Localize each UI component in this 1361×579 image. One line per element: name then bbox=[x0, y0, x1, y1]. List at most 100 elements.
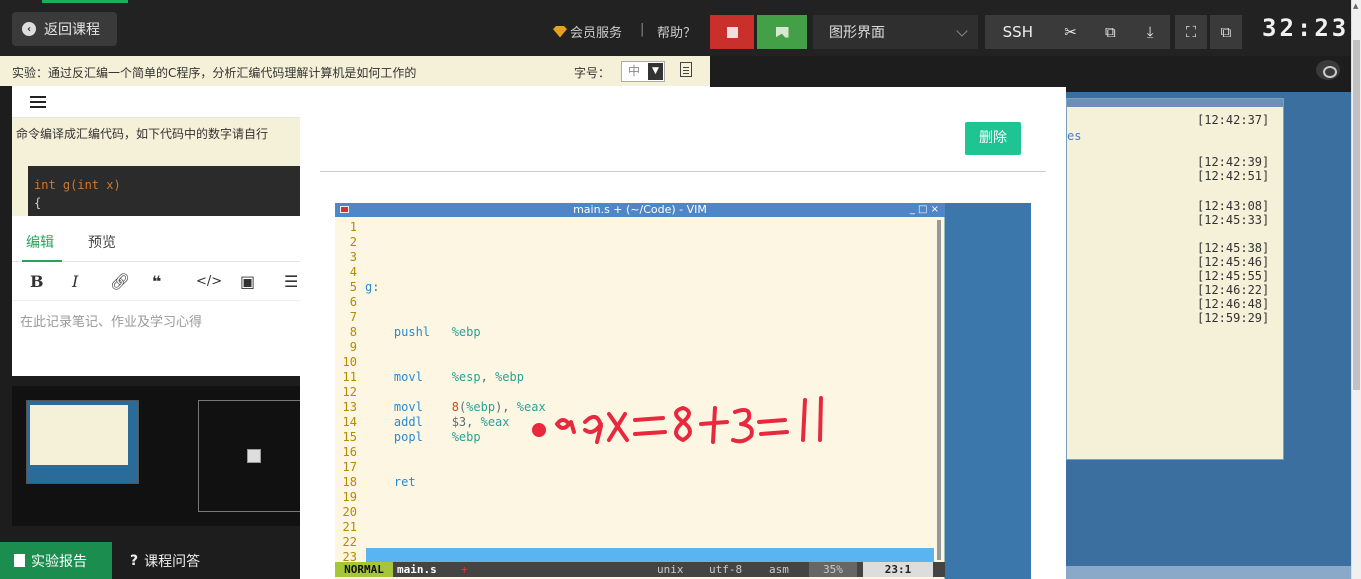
line-number: 17 bbox=[342, 460, 357, 474]
chevron-down-icon bbox=[956, 25, 968, 37]
line-number: 16 bbox=[342, 445, 357, 459]
vim-line: 20 bbox=[335, 505, 937, 520]
top-bar: ‹ 返回课程 会员服务 | 帮助？ 图形界面 SSH ✂ ⧉ ⤓ ⛶ ⧉ 32:… bbox=[0, 0, 1361, 56]
next-button[interactable] bbox=[757, 15, 807, 49]
line-number: 14 bbox=[342, 415, 357, 429]
vim-line: 1 bbox=[335, 220, 937, 235]
vim-percent: 35% bbox=[809, 562, 857, 577]
bold-button[interactable]: B bbox=[30, 272, 44, 291]
interface-select[interactable]: 图形界面 bbox=[813, 15, 978, 49]
ssh-button[interactable]: SSH bbox=[985, 23, 1051, 41]
screen-icon[interactable]: ⧉ bbox=[1090, 23, 1130, 41]
vim-filename: main.s bbox=[397, 563, 437, 576]
chevron-down-icon: ▼ bbox=[648, 63, 663, 80]
annotation-stroke bbox=[731, 408, 754, 444]
terminal-window[interactable]: es [12:42:37] [12:42:39] [12:42:51] [12:43:… bbox=[1066, 98, 1284, 460]
vim-line: 3 bbox=[335, 250, 937, 265]
divider bbox=[320, 171, 1046, 172]
experiment-title: 实验：通过反汇编一个简单的C程序，分析汇编代码理解计算机是如何工作的 bbox=[12, 66, 417, 80]
line-number: 12 bbox=[342, 385, 357, 399]
page-scrollbar[interactable]: ▲ bbox=[1351, 0, 1361, 579]
annotation-stroke bbox=[801, 396, 823, 442]
vm-taskbar bbox=[1050, 566, 1351, 579]
delete-button[interactable]: 删除 bbox=[965, 122, 1021, 155]
annotation-stroke bbox=[633, 416, 667, 436]
vim-line: 22 bbox=[335, 535, 937, 550]
vim-line: 5 g: bbox=[335, 280, 937, 295]
image-preview-modal: 删除 main.s + (~/Code) - VIM _ □ × 1 2 3 4 5 g:… bbox=[300, 87, 1066, 579]
vm-desktop[interactable]: es [12:42:37] [12:42:39] [12:42:51] [12:43:… bbox=[1050, 92, 1351, 579]
italic-button[interactable]: I bbox=[72, 272, 78, 291]
help-link[interactable]: 帮助？ bbox=[657, 22, 696, 41]
terminal-timestamp: [12:45:33] bbox=[1197, 213, 1270, 227]
terminal-timestamp: [12:42:39] bbox=[1197, 155, 1270, 169]
line-text: movl 8(%ebp), %eax bbox=[365, 400, 546, 414]
terminal-timestamp: [12:43:08] bbox=[1197, 199, 1270, 213]
vip-service-link[interactable]: 会员服务 bbox=[553, 22, 622, 41]
notes-placeholder: 在此记录笔记、作业及学习心得 bbox=[20, 315, 203, 330]
terminal-timestamp: [12:42:51] bbox=[1197, 169, 1270, 183]
document-icon[interactable] bbox=[680, 62, 692, 77]
handwritten-annotation bbox=[532, 396, 823, 444]
screenshot-thumbnail[interactable] bbox=[198, 400, 302, 512]
line-number: 6 bbox=[349, 295, 357, 309]
broken-image-icon bbox=[247, 449, 261, 463]
stop-button[interactable] bbox=[710, 15, 754, 49]
scroll-up-icon[interactable]: ▲ bbox=[1353, 2, 1358, 10]
terminal-timestamp: [12:45:55] bbox=[1197, 269, 1270, 283]
annotation-stroke bbox=[757, 418, 789, 436]
diamond-icon bbox=[553, 25, 567, 38]
line-text: g: bbox=[365, 280, 380, 294]
annotation-stroke bbox=[583, 414, 603, 444]
vim-line: 7 bbox=[335, 310, 937, 325]
back-label: 返回课程 bbox=[44, 22, 100, 38]
lab-report-button[interactable]: 实验报告 bbox=[0, 542, 112, 579]
vim-modified-flag: + bbox=[461, 563, 468, 576]
vim-line: 19 bbox=[335, 490, 937, 505]
vim-line: 21 bbox=[335, 520, 937, 535]
experiment-bar: 实验：通过反汇编一个简单的C程序，分析汇编代码理解计算机是如何工作的 字号： 中… bbox=[0, 56, 710, 86]
font-size-value: 中 bbox=[628, 64, 641, 78]
tab-preview[interactable]: 预览 bbox=[88, 232, 116, 252]
scissors-icon[interactable]: ✂ bbox=[1051, 23, 1091, 41]
line-number: 2 bbox=[349, 235, 357, 249]
image-icon[interactable]: ▣ bbox=[240, 272, 255, 291]
font-size-select[interactable]: 中 ▼ bbox=[621, 61, 665, 82]
terminal-timestamp: [12:45:46] bbox=[1197, 255, 1270, 269]
tab-edit[interactable]: 编辑 bbox=[26, 232, 54, 252]
eye-icon[interactable] bbox=[1316, 60, 1340, 80]
line-number: 9 bbox=[349, 340, 357, 354]
vim-title-bar: main.s + (~/Code) - VIM _ □ × bbox=[335, 203, 945, 217]
terminal-timestamp: [12:42:37] bbox=[1197, 113, 1270, 127]
vim-line: 8 pushl %ebp bbox=[335, 325, 937, 340]
separator: | bbox=[640, 22, 645, 37]
course-qa-button[interactable]: ? 课程问答 bbox=[112, 542, 312, 579]
line-number: 11 bbox=[342, 370, 357, 384]
menu-icon[interactable] bbox=[30, 96, 46, 108]
scrollbar-thumb[interactable] bbox=[1353, 40, 1360, 390]
vim-line: 9 bbox=[335, 340, 937, 355]
screenshot-thumbnail[interactable] bbox=[26, 400, 139, 484]
quote-icon[interactable]: ❝ bbox=[152, 272, 161, 291]
back-to-course-button[interactable]: ‹ 返回课程 bbox=[12, 12, 117, 46]
link-icon[interactable]: 🔗︎ bbox=[110, 272, 130, 291]
line-number: 8 bbox=[349, 325, 357, 339]
line-number: 15 bbox=[342, 430, 357, 444]
active-indicator bbox=[42, 0, 128, 3]
popout-icon[interactable]: ⧉ bbox=[1210, 15, 1242, 49]
lab-report-label: 实验报告 bbox=[31, 553, 87, 570]
list-icon[interactable]: ☰ bbox=[284, 272, 298, 291]
line-number: 4 bbox=[349, 265, 357, 279]
vim-line: 4 bbox=[335, 265, 937, 280]
line-number: 10 bbox=[342, 355, 357, 369]
fullscreen-icon[interactable]: ⛶ bbox=[1175, 15, 1207, 49]
download-icon[interactable]: ⤓ bbox=[1130, 23, 1170, 41]
question-icon: ? bbox=[130, 552, 139, 569]
line-text: popl %ebp bbox=[365, 430, 481, 444]
code-icon[interactable]: </> bbox=[196, 274, 222, 289]
annotation-stroke bbox=[674, 406, 692, 442]
vim-position: 23:1 bbox=[863, 562, 933, 577]
code-line: int g(int x) bbox=[34, 178, 121, 192]
line-number: 21 bbox=[342, 520, 357, 534]
terminal-timestamp: [12:46:48] bbox=[1197, 297, 1270, 311]
